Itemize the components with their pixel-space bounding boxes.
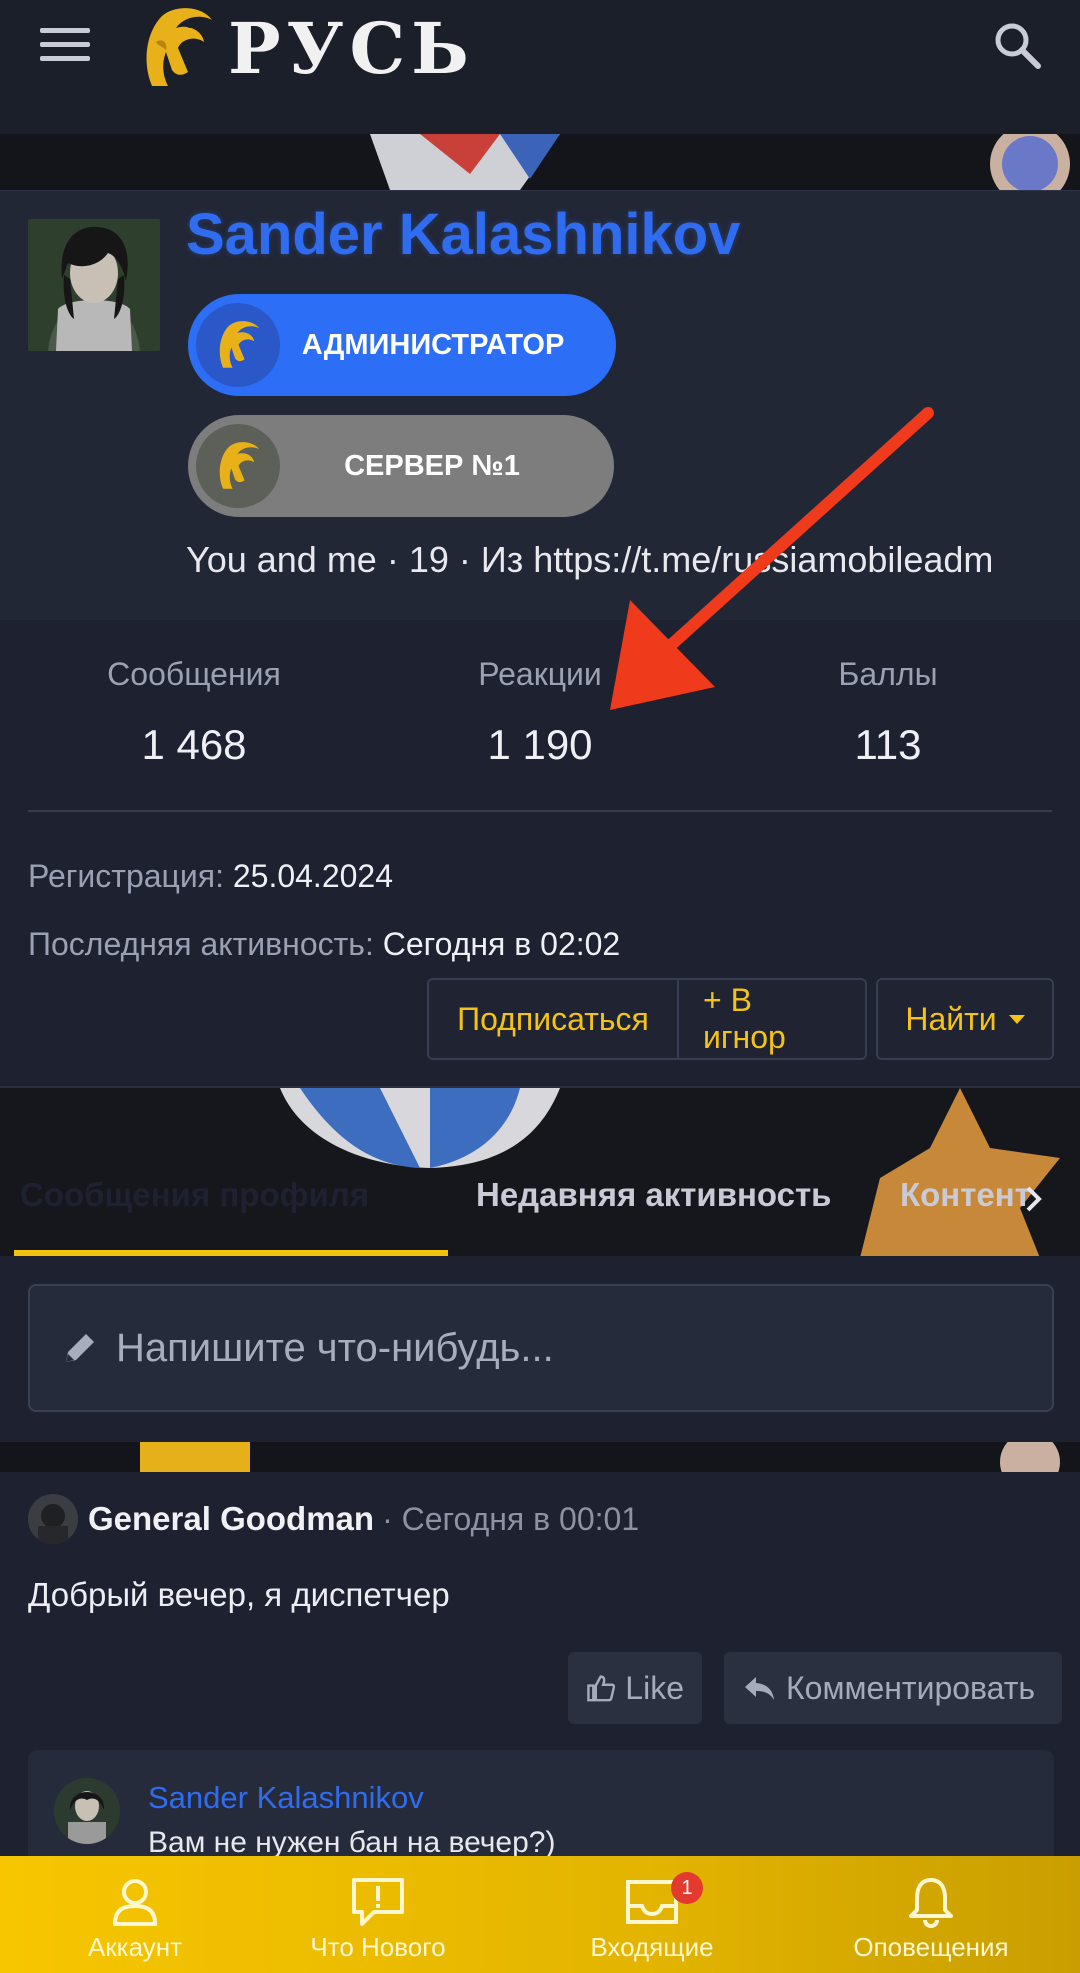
avatar[interactable] <box>28 1494 78 1544</box>
profile-tabs: Сообщения профиля Недавняя активность Ко… <box>0 1086 1080 1256</box>
comment-label: Комментировать <box>786 1669 1036 1706</box>
stat-value: 1 190 <box>487 721 593 768</box>
profile-stats: Сообщения 1 468 Реакции 1 190 Баллы 113 … <box>0 620 1080 1086</box>
avatar-image <box>28 219 160 351</box>
nav-label: Оповещения <box>853 1932 1009 1962</box>
site-logo[interactable]: РУСЬ <box>132 0 475 96</box>
stat-value: 113 <box>854 721 922 768</box>
registration-value: 25.04.2024 <box>232 858 393 894</box>
inbox-count-badge: 1 <box>671 1872 703 1904</box>
registration-label: Регистрация: <box>28 858 224 894</box>
post-timestamp[interactable]: · Сегодня в 00:01 <box>382 1501 639 1538</box>
role-badge-admin: АДМИНИСТРАТОР <box>188 294 616 396</box>
composer-placeholder: Напишите что-нибудь... <box>116 1325 554 1370</box>
bottom-nav: Аккаунт Что Нового Входящие 1 Оповещения <box>0 1856 1080 1973</box>
reply-icon <box>745 1677 774 1700</box>
pencil-icon <box>66 1334 94 1362</box>
follow-ignore-group: Подписаться + В игнор <box>427 978 867 1060</box>
banner-art <box>140 1442 1060 1472</box>
find-group: Найти <box>876 978 1054 1060</box>
tabs-banner-art <box>280 1088 1060 1256</box>
logo-emblem-icon <box>196 303 280 387</box>
alert-bubble-icon <box>352 1878 404 1926</box>
stat-points[interactable]: Баллы 113 <box>738 656 1038 769</box>
role-badge-label: СЕРВЕР №1 <box>344 449 520 482</box>
ignore-button[interactable]: + В игнор <box>677 980 865 1058</box>
avatar-image <box>54 1778 120 1844</box>
follow-button[interactable]: Подписаться <box>429 980 677 1058</box>
stat-label: Баллы <box>838 656 938 692</box>
logo-emblem-icon <box>196 424 280 508</box>
nav-label: Что Нового <box>310 1932 446 1962</box>
stat-reactions[interactable]: Реакции 1 190 <box>390 656 690 769</box>
nav-account[interactable]: Аккаунт <box>0 1856 270 1973</box>
comment-button[interactable]: Комментировать <box>724 1652 1062 1724</box>
tab-profile-messages[interactable]: Сообщения профиля <box>20 1176 369 1214</box>
last-activity-label: Последняя активность: <box>28 926 374 962</box>
role-badge-server: СЕРВЕР №1 <box>188 415 614 517</box>
tab-recent-activity[interactable]: Недавняя активность <box>476 1176 831 1214</box>
find-dropdown-button[interactable]: Найти <box>878 980 1052 1058</box>
profile-post: General Goodman · Сегодня в 00:01 Добрый… <box>0 1472 1080 1890</box>
comment-text: Вам не нужен бан на вечер?) <box>148 1826 556 1859</box>
user-blurb: You and me · 19 · Из https://t.me/russia… <box>186 539 994 580</box>
stat-messages[interactable]: Сообщения 1 468 <box>44 656 344 769</box>
top-bar: РУСЬ <box>0 0 1080 134</box>
bell-icon <box>909 1878 953 1928</box>
like-label: Like <box>625 1669 684 1706</box>
post-header: General Goodman · Сегодня в 00:01 <box>28 1494 639 1544</box>
section-banner <box>0 1442 1080 1472</box>
caret-down-icon <box>1008 1014 1025 1024</box>
stat-label: Реакции <box>478 656 602 692</box>
avatar-image <box>28 1494 78 1544</box>
role-badge-label: АДМИНИСТРАТОР <box>301 328 565 361</box>
last-activity-row: Последняя активность: Сегодня в 02:02 <box>28 926 620 963</box>
nav-inbox[interactable]: Входящие 1 <box>517 1856 787 1973</box>
nav-label: Аккаунт <box>87 1932 183 1962</box>
stat-value: 1 468 <box>141 721 247 768</box>
search-icon[interactable] <box>992 20 1042 70</box>
profile-username[interactable]: Sander Kalashnikov <box>186 201 740 268</box>
profile-avatar[interactable] <box>28 219 160 351</box>
comment-author[interactable]: Sander Kalashnikov <box>148 1780 424 1816</box>
logo-text: РУСЬ <box>228 6 475 90</box>
status-composer-input[interactable]: Напишите что-нибудь... <box>28 1284 1054 1412</box>
profile-card: Sander Kalashnikov АДМИНИСТРАТОР СЕРВЕР … <box>0 190 1080 620</box>
hamburger-icon[interactable] <box>40 28 90 62</box>
post-author[interactable]: General Goodman <box>88 1500 374 1538</box>
stat-label: Сообщения <box>107 656 281 692</box>
divider <box>28 810 1052 812</box>
user-icon <box>112 1879 158 1926</box>
thumbs-up-icon <box>587 1675 616 1702</box>
last-activity-value: Сегодня в 02:02 <box>382 926 621 962</box>
tab-content[interactable]: Контент <box>900 1176 1031 1214</box>
logo-emblem-icon <box>146 8 212 86</box>
like-button[interactable]: Like <box>568 1652 702 1724</box>
nav-alerts[interactable]: Оповещения <box>796 1856 1066 1973</box>
nav-label: Входящие <box>590 1932 714 1962</box>
registration-row: Регистрация: 25.04.2024 <box>28 858 393 895</box>
chevron-right-icon[interactable] <box>1024 1184 1044 1214</box>
post-body: Добрый вечер, я диспетчер <box>28 1576 450 1613</box>
profile-banner <box>0 134 1080 190</box>
find-label: Найти <box>905 1000 997 1037</box>
banner-art <box>370 134 1070 190</box>
composer-section: Напишите что-нибудь... <box>0 1256 1080 1442</box>
nav-whats-new[interactable]: Что Нового <box>243 1856 513 1973</box>
avatar[interactable] <box>54 1778 120 1844</box>
